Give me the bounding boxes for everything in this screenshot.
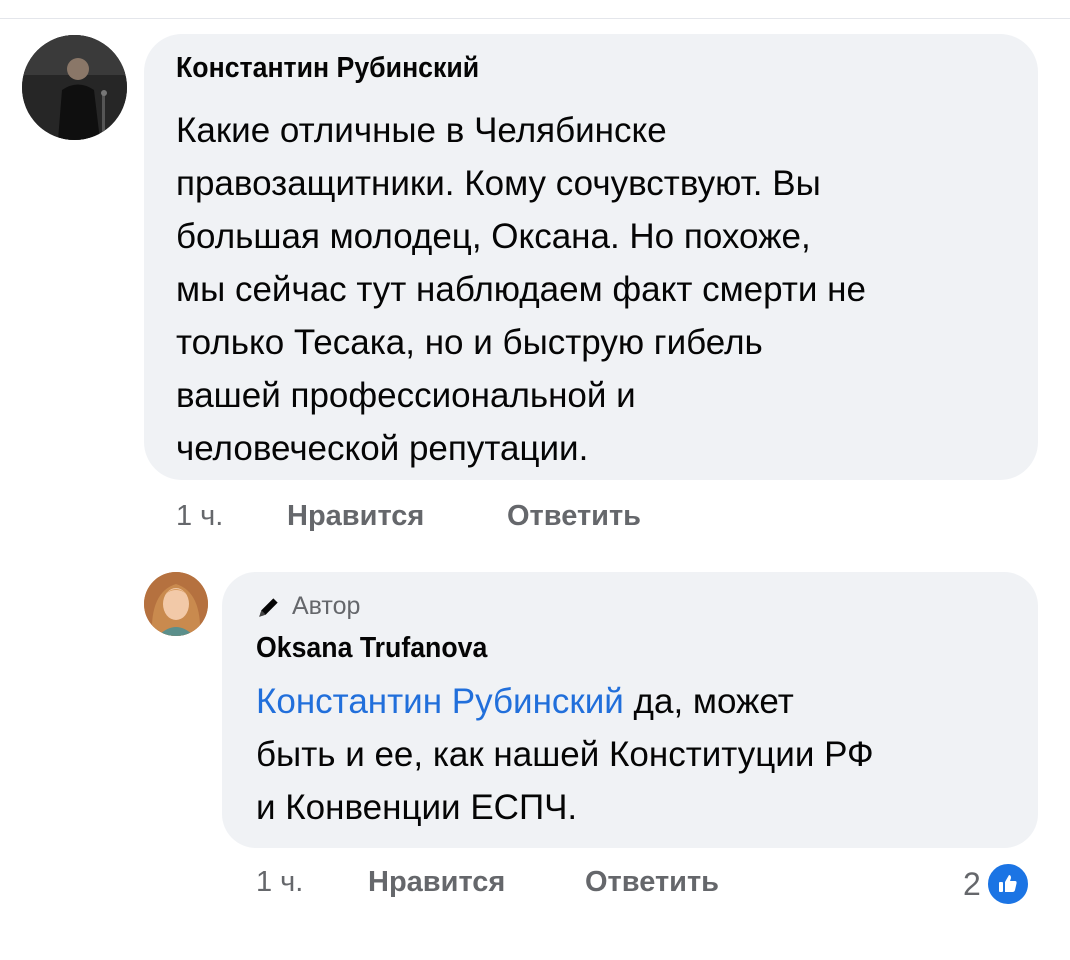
comment-author[interactable]: Константин Рубинский (176, 52, 479, 85)
author-badge-label: Автор (292, 592, 361, 620)
mention-link[interactable]: Константин Рубинский (256, 682, 624, 721)
reply-like-button[interactable]: Нравится (368, 866, 505, 899)
comment-time[interactable]: 1 ч. (176, 500, 223, 533)
comment-text: Какие отличные в Челябинске правозащитни… (176, 104, 1026, 475)
reply-text: Константин Рубинский да, может быть и ее… (256, 675, 1026, 834)
avatar-konstantin[interactable] (22, 35, 127, 140)
comment-line: мы сейчас тут наблюдаем факт смерти не (176, 270, 866, 309)
reply-time[interactable]: 1 ч. (256, 866, 303, 899)
comment-line: большая молодец, Оксана. Но похоже, (176, 217, 811, 256)
comment-line: только Тесака, но и быструю гибель (176, 323, 763, 362)
reply-line: быть и ее, как нашей Конституции РФ (256, 735, 874, 774)
avatar-oksana[interactable] (144, 572, 208, 636)
comment-reply-button[interactable]: Ответить (507, 500, 641, 533)
comment-line: человеческой репутации. (176, 429, 589, 468)
reply-line: и Конвенции ЕСПЧ. (256, 788, 578, 827)
reply-line: Константин Рубинский да, может (256, 675, 1026, 728)
comment-bubble: Константин Рубинский Какие отличные в Че… (144, 34, 1038, 480)
reaction-summary[interactable]: 2 (963, 861, 1031, 907)
author-badge: Автор (256, 592, 360, 621)
reply-line-rest: да, может (623, 682, 794, 721)
reaction-count: 2 (963, 865, 981, 902)
top-divider (0, 18, 1070, 19)
comment-line: вашей профессиональной и (176, 376, 636, 415)
comment-like-button[interactable]: Нравится (287, 500, 424, 533)
comment-line: Какие отличные в Челябинске (176, 111, 667, 150)
like-thumb-icon (984, 861, 1031, 907)
reply-reply-button[interactable]: Ответить (585, 866, 719, 899)
reply-author[interactable]: Oksana Trufanova (256, 632, 487, 665)
reply-bubble: Автор Oksana Trufanova Константин Рубинс… (222, 572, 1038, 848)
comment-line: правозащитники. Кому сочувствуют. Вы (176, 164, 821, 203)
pencil-icon (259, 597, 278, 617)
